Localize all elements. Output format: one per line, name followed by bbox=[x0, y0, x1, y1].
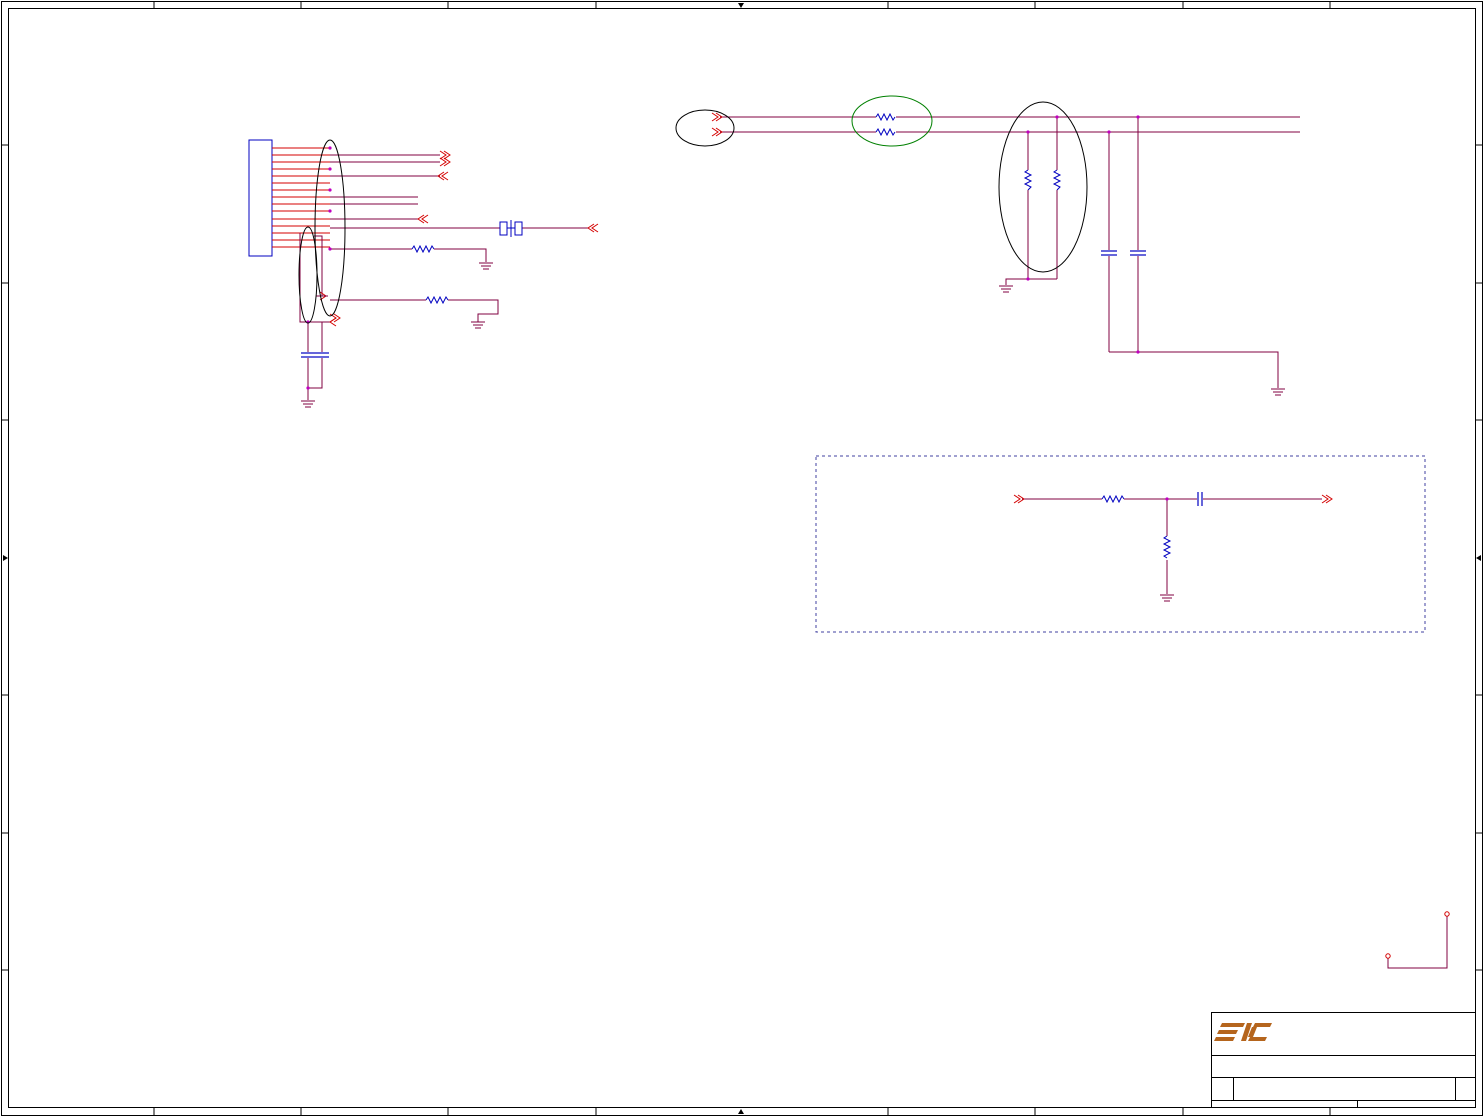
resistor-icon bbox=[1162, 535, 1172, 559]
capacitor-icon bbox=[1197, 492, 1203, 506]
schematic-sheet bbox=[1, 1, 1483, 1116]
company-logo bbox=[1214, 1023, 1272, 1041]
highlight-ellipse bbox=[998, 101, 1088, 273]
sheet-frame bbox=[1, 1, 1483, 1116]
highlight-ellipse-green bbox=[851, 95, 933, 147]
highlight-ellipse bbox=[298, 226, 318, 324]
connector-pins bbox=[272, 147, 330, 248]
connector-wires bbox=[299, 154, 588, 400]
test-point-net bbox=[1385, 911, 1450, 969]
resistor-icon bbox=[875, 127, 896, 137]
test-point-icon bbox=[1385, 953, 1391, 959]
filter-network bbox=[675, 95, 1300, 396]
highlight-ellipse bbox=[675, 109, 735, 147]
offpage-connectors-right bbox=[711, 112, 723, 137]
resistor-icon bbox=[411, 244, 435, 254]
resistor-icon bbox=[875, 112, 896, 122]
title-block bbox=[1211, 1012, 1476, 1108]
resistor-icon bbox=[425, 295, 449, 305]
test-point-icon bbox=[1444, 911, 1450, 917]
ground-icon bbox=[999, 285, 1285, 396]
center-markers bbox=[3, 3, 1481, 1114]
dashed-inset bbox=[815, 455, 1426, 633]
resistor-icon bbox=[1101, 494, 1125, 504]
ground-icon bbox=[1160, 594, 1174, 602]
capacitor-icon bbox=[1101, 250, 1146, 256]
capacitor-icon bbox=[301, 352, 329, 358]
resistor-icon bbox=[1052, 169, 1062, 191]
junction-dot bbox=[1165, 497, 1169, 501]
resistor-icon bbox=[1023, 169, 1033, 191]
ground-icon bbox=[301, 262, 493, 408]
connector-block bbox=[248, 139, 599, 408]
coupling-element bbox=[499, 220, 523, 237]
connector-body bbox=[248, 139, 273, 257]
